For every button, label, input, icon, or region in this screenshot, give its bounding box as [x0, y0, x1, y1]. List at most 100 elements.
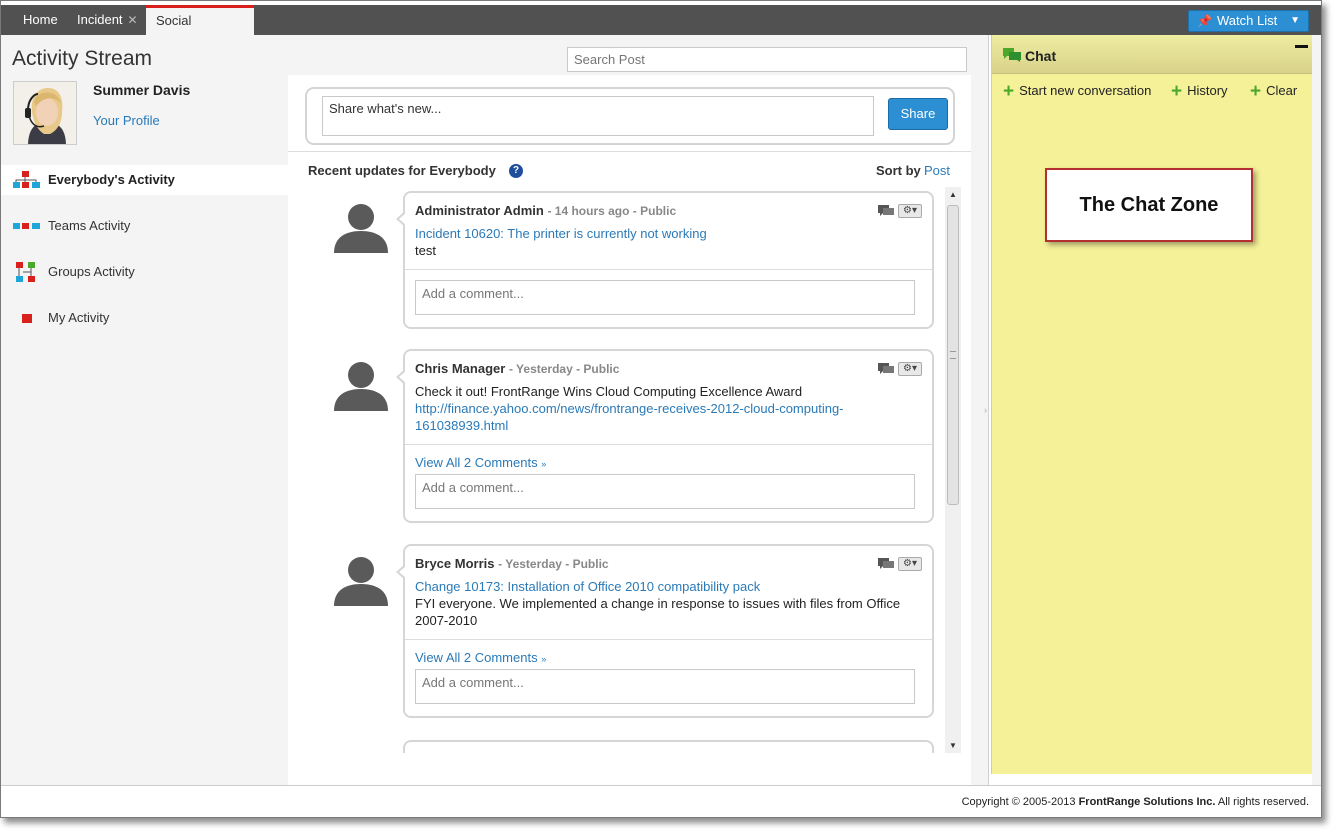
copyright-prefix: Copyright © 2005-2013: [961, 796, 1076, 808]
plus-icon: +: [1171, 81, 1183, 102]
post-meta: - 14 hours ago - Public: [547, 204, 677, 218]
post-card: Chris Manager - Yesterday - Public ⚙▾ Ch…: [396, 349, 934, 523]
your-profile-link[interactable]: Your Profile: [93, 113, 160, 128]
feed-scrollbar[interactable]: ▲ ▼: [945, 187, 961, 753]
hierarchy-icon: [13, 171, 40, 188]
double-chevron-down-icon: »: [541, 459, 547, 469]
post-card: [403, 740, 934, 753]
default-avatar-icon: [334, 362, 388, 411]
post-card: Administrator Admin - 14 hours ago - Pub…: [396, 191, 934, 329]
help-icon[interactable]: ?: [509, 164, 523, 178]
start-new-conversation-button[interactable]: + Start new conversation: [1003, 81, 1152, 102]
history-button[interactable]: + History: [1171, 81, 1228, 102]
panel-splitter[interactable]: ›: [971, 35, 989, 785]
person-icon: [22, 314, 32, 323]
chat-action-label: Clear: [1266, 83, 1298, 98]
gear-icon[interactable]: ⚙▾: [898, 361, 922, 376]
post-link-line: 161038939.html: [415, 418, 509, 433]
tab-home-label: Home: [23, 12, 58, 27]
main-header: [288, 35, 984, 75]
post-link[interactable]: Change 10173: Installation of Office 201…: [415, 578, 922, 595]
right-edge: [1312, 35, 1321, 785]
plus-icon: +: [1250, 81, 1262, 102]
post-text: FYI everyone. We implemented a change in…: [415, 596, 901, 611]
view-all-comments-link[interactable]: View All 2 Comments »: [415, 455, 916, 470]
copyright-suffix: All rights reserved.: [1217, 796, 1309, 808]
recent-updates-title: Recent updates for Everybody: [308, 163, 496, 178]
post-author[interactable]: Chris Manager: [415, 361, 505, 376]
post-text: test: [415, 243, 436, 258]
tab-bar: Home Incident ✕ Social Board✕ 📌 Watch List…: [1, 5, 1321, 54]
share-box: Share what's new... Share: [305, 87, 955, 145]
groups-icon: [16, 262, 35, 282]
plus-icon: +: [1003, 81, 1015, 102]
share-input[interactable]: Share what's new...: [322, 96, 874, 136]
app-window: Home Incident ✕ Social Board✕ 📌 Watch List…: [0, 0, 1322, 818]
view-all-label: View All 2 Comments: [415, 650, 538, 665]
post-meta: - Yesterday - Public: [508, 362, 620, 376]
divider: [288, 151, 971, 152]
pin-icon: 📌: [1197, 14, 1212, 28]
tab-incident[interactable]: Incident ✕: [67, 5, 148, 35]
sidebar-item-teams-activity[interactable]: Teams Activity: [1, 211, 288, 241]
post-link[interactable]: http://finance.yahoo.com/news/frontrange…: [415, 400, 922, 434]
post-card: Bryce Morris - Yesterday - Public ⚙▾ Cha…: [396, 544, 934, 718]
scroll-up-icon[interactable]: ▲: [949, 190, 957, 199]
tab-social-board[interactable]: Social Board✕: [146, 5, 254, 54]
chat-header: Chat: [992, 35, 1313, 74]
avatar[interactable]: [13, 81, 77, 145]
tab-home[interactable]: Home: [13, 5, 68, 35]
minimize-icon[interactable]: [1295, 45, 1308, 48]
post-feed: Administrator Admin - 14 hours ago - Pub…: [288, 185, 960, 753]
sidebar-item-label: My Activity: [48, 310, 110, 325]
scroll-thumb[interactable]: [947, 205, 959, 505]
share-button[interactable]: Share: [888, 98, 948, 130]
post-author[interactable]: Bryce Morris: [415, 556, 494, 571]
add-comment-input[interactable]: Add a comment...: [415, 280, 915, 315]
sidebar-item-label: Groups Activity: [48, 264, 135, 279]
double-chevron-down-icon: »: [541, 654, 547, 664]
activity-feed-panel: Share what's new... Share Recent updates…: [288, 35, 984, 781]
chat-zone-callout: The Chat Zone: [1045, 168, 1253, 242]
chat-title: Chat: [1025, 48, 1057, 64]
post-link-line: http://finance.yahoo.com/news/frontrange…: [415, 401, 844, 416]
post-link[interactable]: Incident 10620: The printer is currently…: [415, 225, 922, 242]
sidebar-item-groups-activity[interactable]: Groups Activity: [1, 257, 288, 287]
view-all-label: View All 2 Comments: [415, 455, 538, 470]
add-comment-input[interactable]: Add a comment...: [415, 669, 915, 704]
gear-icon[interactable]: ⚙▾: [898, 556, 922, 571]
sidebar-item-everybodys-activity[interactable]: Everybody's Activity: [1, 165, 288, 195]
team-icon: [13, 223, 40, 229]
sidebar-item-my-activity[interactable]: My Activity: [1, 303, 288, 333]
close-icon[interactable]: ✕: [128, 13, 138, 27]
user-photo-icon: [14, 82, 76, 144]
chat-panel: Chat + Start new conversation + History + C…: [991, 35, 1313, 774]
watch-list-button[interactable]: 📌 Watch List ▼: [1188, 10, 1309, 32]
comment-icon[interactable]: [878, 204, 894, 217]
post-author[interactable]: Administrator Admin: [415, 203, 544, 218]
gear-icon[interactable]: ⚙▾: [898, 203, 922, 218]
splitter-handle-icon[interactable]: ›: [984, 405, 988, 423]
user-name: Summer Davis: [93, 82, 191, 98]
post-text: 2007-2010: [415, 613, 478, 628]
clear-button[interactable]: + Clear: [1250, 81, 1298, 102]
search-post-input[interactable]: [567, 47, 967, 72]
comment-icon[interactable]: [878, 557, 894, 570]
post-text: Check it out! FrontRange Wins Cloud Comp…: [415, 384, 803, 399]
company-name: FrontRange Solutions Inc.: [1078, 796, 1216, 808]
caret-down-icon: ▼: [1290, 15, 1300, 26]
comment-icon[interactable]: [878, 362, 894, 375]
chat-bubbles-icon: [1003, 48, 1021, 62]
view-all-comments-link[interactable]: View All 2 Comments »: [415, 650, 916, 665]
scroll-down-icon[interactable]: ▼: [949, 741, 957, 750]
add-comment-input[interactable]: Add a comment...: [415, 474, 915, 509]
sort-option[interactable]: Post: [924, 163, 950, 178]
watch-list-label: Watch List: [1217, 13, 1278, 28]
copyright-text: Copyright © 2005-2013 FrontRange Solutio…: [962, 796, 1309, 808]
chat-action-label: Start new conversation: [1019, 83, 1152, 98]
sort-label: Sort by: [876, 163, 921, 178]
default-avatar-icon: [334, 557, 388, 606]
chat-action-label: History: [1187, 83, 1228, 98]
default-avatar-icon: [332, 750, 390, 753]
sidebar: Activity Stream Summer Davis Your Profil…: [1, 35, 288, 785]
